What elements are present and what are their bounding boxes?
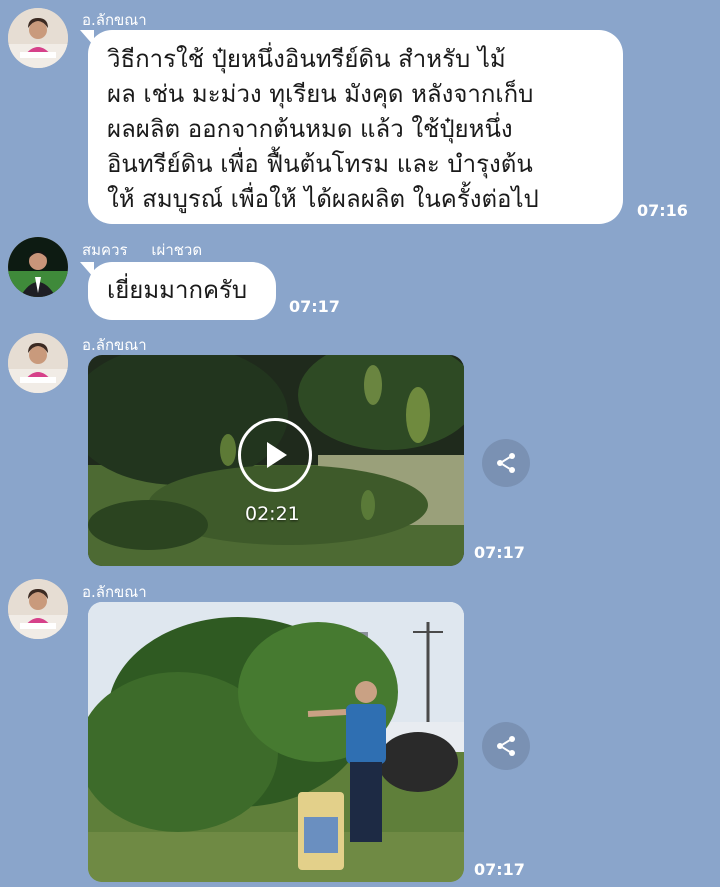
sender-name: อ.ลักขณา <box>82 11 147 29</box>
share-button[interactable] <box>482 722 530 770</box>
video-message[interactable]: 02:21 <box>88 355 464 566</box>
message-bubble[interactable]: เยี่ยมมากครับ <box>80 262 276 320</box>
message-text: วิธีการใช้ ปุ๋ยหนึ่งอินทรีย์ดิน สำหรับ ไ… <box>107 45 539 213</box>
avatar-photo <box>8 579 68 639</box>
sender-avatar[interactable] <box>8 8 68 68</box>
avatar-photo <box>8 8 68 68</box>
avatar-photo <box>8 237 68 297</box>
sender-avatar[interactable] <box>8 237 68 297</box>
play-icon <box>267 442 287 468</box>
video-duration: 02:21 <box>245 503 300 525</box>
sender-avatar[interactable] <box>8 333 68 393</box>
avatar-photo <box>8 333 68 393</box>
message-time: 07:17 <box>474 543 525 562</box>
message-bubble[interactable]: วิธีการใช้ ปุ๋ยหนึ่งอินทรีย์ดิน สำหรับ ไ… <box>80 30 623 224</box>
sender-name: อ.ลักขณา <box>82 583 147 601</box>
share-button[interactable] <box>482 439 530 487</box>
play-button[interactable] <box>238 418 312 492</box>
share-icon <box>497 453 515 473</box>
image-message[interactable] <box>88 602 464 882</box>
message-time: 07:17 <box>474 860 525 879</box>
sender-name: อ.ลักขณา <box>82 336 147 354</box>
sender-name: สมควร เผ่าชวด <box>82 241 203 259</box>
share-icon <box>497 736 515 756</box>
sender-avatar[interactable] <box>8 579 68 639</box>
message-text: เยี่ยมมากครับ <box>107 276 248 304</box>
message-time: 07:17 <box>289 297 340 316</box>
photo <box>88 602 464 882</box>
message-time: 07:16 <box>637 201 688 220</box>
